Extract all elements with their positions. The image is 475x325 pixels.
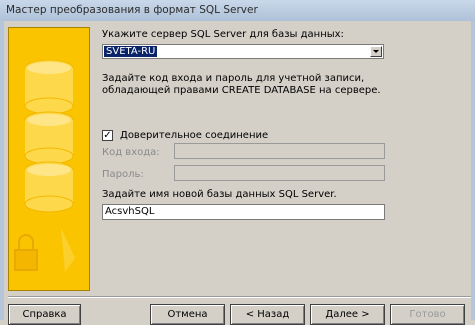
login-note-line1: Задайте код входа и пароль для учетной з…	[102, 73, 365, 84]
back-button[interactable]: < Назад	[230, 304, 305, 325]
login-label: Код входа:	[102, 147, 160, 158]
trusted-connection-label[interactable]: Доверительное соединение	[120, 130, 268, 142]
login-field[interactable]	[174, 143, 385, 159]
password-field[interactable]	[174, 165, 385, 181]
next-button[interactable]: Далее >	[310, 304, 385, 325]
database-cylinders-icon	[9, 28, 89, 290]
button-separator	[8, 296, 471, 298]
finish-button[interactable]: Готово	[390, 304, 465, 325]
chevron-down-icon[interactable]	[370, 46, 382, 57]
server-combobox[interactable]: SVETA-RU	[102, 44, 384, 59]
database-name-label: Задайте имя новой базы данных SQL Server…	[102, 189, 337, 200]
login-note-line2: обладающей правами CREATE DATABASE на се…	[102, 85, 381, 96]
password-label: Пароль:	[102, 169, 144, 180]
server-label: Укажите сервер SQL Server для базы данны…	[102, 29, 344, 40]
title-bar: Мастер преобразования в формат SQL Serve…	[0, 0, 475, 22]
window-title: Мастер преобразования в формат SQL Serve…	[6, 4, 258, 16]
cancel-button[interactable]: Отмена	[150, 304, 225, 325]
trusted-connection-checkbox[interactable]: ✓	[102, 130, 113, 141]
wizard-client-area: Укажите сервер SQL Server для базы данны…	[4, 21, 471, 325]
database-name-value: AcsvhSQL	[105, 206, 155, 217]
checkmark-icon: ✓	[103, 130, 112, 141]
server-selected-value: SVETA-RU	[102, 45, 159, 58]
help-button[interactable]: Справка	[8, 304, 81, 325]
database-name-field[interactable]: AcsvhSQL	[102, 204, 385, 220]
wizard-illustration	[8, 27, 90, 291]
window-frame-right	[471, 21, 475, 320]
